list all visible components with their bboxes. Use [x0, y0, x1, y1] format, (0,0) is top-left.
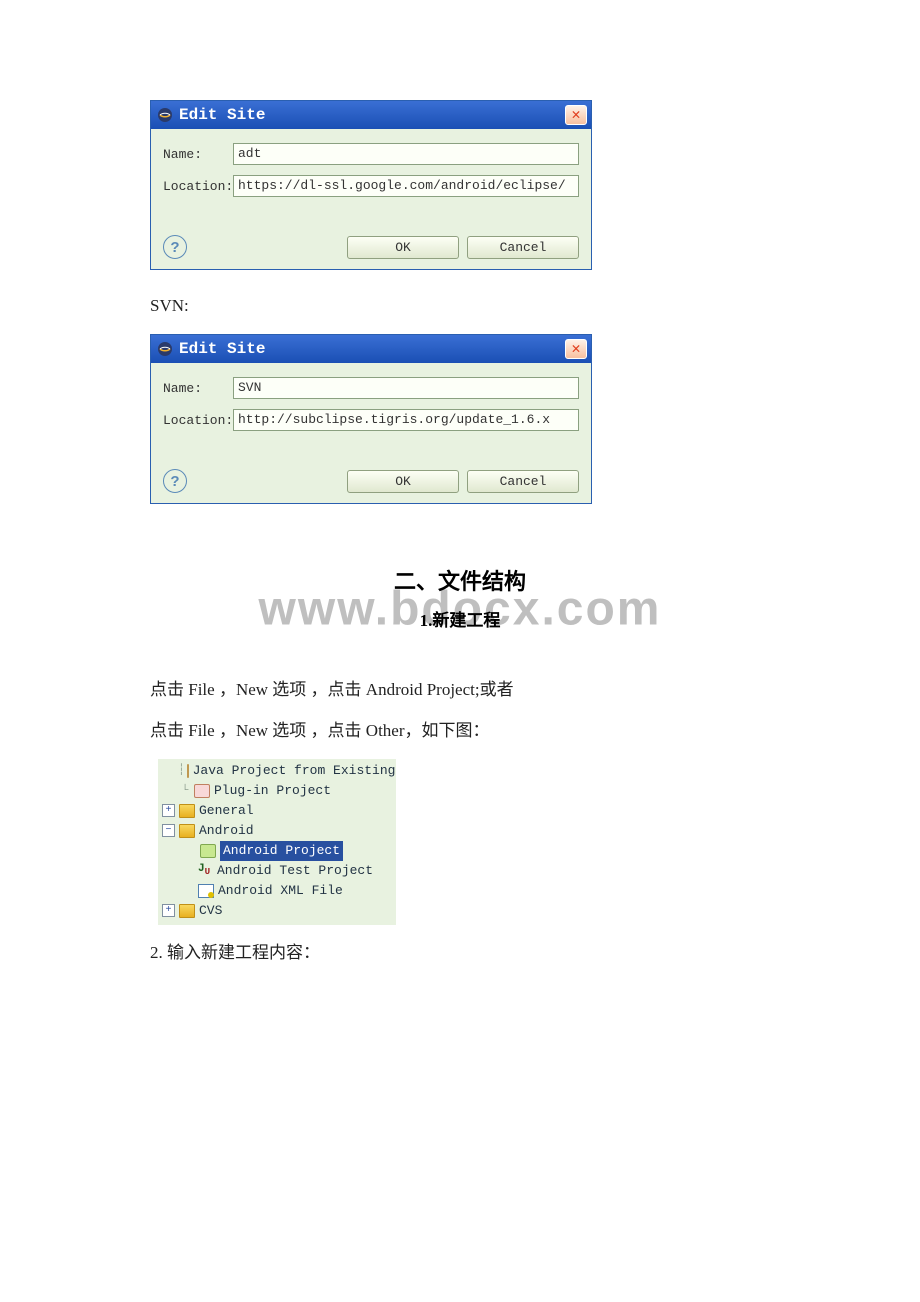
edit-site-dialog-svn: Edit Site ✕ Name: SVN Location: http://s…	[150, 334, 592, 504]
svn-label: SVN:	[150, 290, 770, 322]
heading-section: 二、文件结构	[150, 564, 770, 596]
instruction-line-1: 点击 File ，New 选项 ，点击 Android Project;或者	[150, 674, 770, 706]
location-label: Location:	[163, 179, 233, 194]
close-button[interactable]: ✕	[565, 105, 587, 125]
close-icon: ✕	[571, 108, 580, 123]
eclipse-icon	[157, 341, 173, 357]
help-icon[interactable]: ?	[163, 235, 187, 259]
ok-button[interactable]: OK	[347, 236, 459, 259]
android-project-icon	[200, 844, 216, 858]
step-2-text: 2. 输入新建工程内容：	[150, 937, 770, 969]
instruction-line-2: 点击 File ，New 选项 ，点击 Other，如下图：	[150, 715, 770, 747]
tree-item-java-existing[interactable]: ┆ Java Project from Existing	[162, 761, 392, 781]
name-input[interactable]: SVN	[233, 377, 579, 399]
tree-item-label: Android XML File	[218, 881, 343, 901]
dialog-title: Edit Site	[179, 106, 265, 124]
dialog-title: Edit Site	[179, 340, 265, 358]
tree-guide-icon: ┆	[178, 761, 185, 781]
name-label: Name:	[163, 381, 233, 396]
eclipse-icon	[157, 107, 173, 123]
location-input[interactable]: http://subclipse.tigris.org/update_1.6.x	[233, 409, 579, 431]
expand-icon[interactable]: +	[162, 804, 175, 817]
tree-item-label: General	[199, 801, 254, 821]
folder-icon	[179, 824, 195, 838]
expand-icon[interactable]: +	[162, 904, 175, 917]
location-label: Location:	[163, 413, 233, 428]
edit-site-dialog-adt: Edit Site ✕ Name: adt Location: https://…	[150, 100, 592, 270]
titlebar[interactable]: Edit Site ✕	[151, 101, 591, 129]
name-input[interactable]: adt	[233, 143, 579, 165]
cancel-button[interactable]: Cancel	[467, 470, 579, 493]
xml-file-icon	[198, 884, 214, 898]
tree-item-label: CVS	[199, 901, 222, 921]
tree-item-label: Plug-in Project	[214, 781, 331, 801]
close-icon: ✕	[571, 342, 580, 357]
tree-item-cvs[interactable]: + CVS	[162, 901, 392, 921]
tree-item-android-test-project[interactable]: JU Android Test Project	[162, 861, 392, 881]
tree-item-android-project[interactable]: Android Project	[162, 841, 392, 861]
project-icon	[194, 784, 210, 798]
tree-item-plugin-project[interactable]: └ Plug-in Project	[162, 781, 392, 801]
heading-subsection: 1.新建工程	[150, 606, 770, 631]
tree-item-label: Android	[199, 821, 254, 841]
new-project-tree: ┆ Java Project from Existing └ Plug-in P…	[158, 759, 396, 925]
tree-item-android[interactable]: − Android	[162, 821, 392, 841]
close-button[interactable]: ✕	[565, 339, 587, 359]
ok-button[interactable]: OK	[347, 470, 459, 493]
cancel-button[interactable]: Cancel	[467, 236, 579, 259]
location-input[interactable]: https://dl-ssl.google.com/android/eclips…	[233, 175, 579, 197]
tree-item-label: Java Project from Existing	[193, 761, 396, 781]
tree-item-label: Android Test Project	[217, 861, 373, 881]
section-heading-area: www.bdocx.com 二、文件结构 1.新建工程	[150, 564, 770, 654]
project-icon	[187, 764, 189, 778]
junit-icon: JU	[198, 859, 214, 882]
collapse-icon[interactable]: −	[162, 824, 175, 837]
titlebar[interactable]: Edit Site ✕	[151, 335, 591, 363]
folder-icon	[179, 904, 195, 918]
tree-item-general[interactable]: + General	[162, 801, 392, 821]
tree-item-android-xml-file[interactable]: Android XML File	[162, 881, 392, 901]
tree-guide-icon: └	[178, 781, 192, 801]
tree-item-label: Android Project	[220, 841, 343, 861]
help-icon[interactable]: ?	[163, 469, 187, 493]
name-label: Name:	[163, 147, 233, 162]
folder-icon	[179, 804, 195, 818]
